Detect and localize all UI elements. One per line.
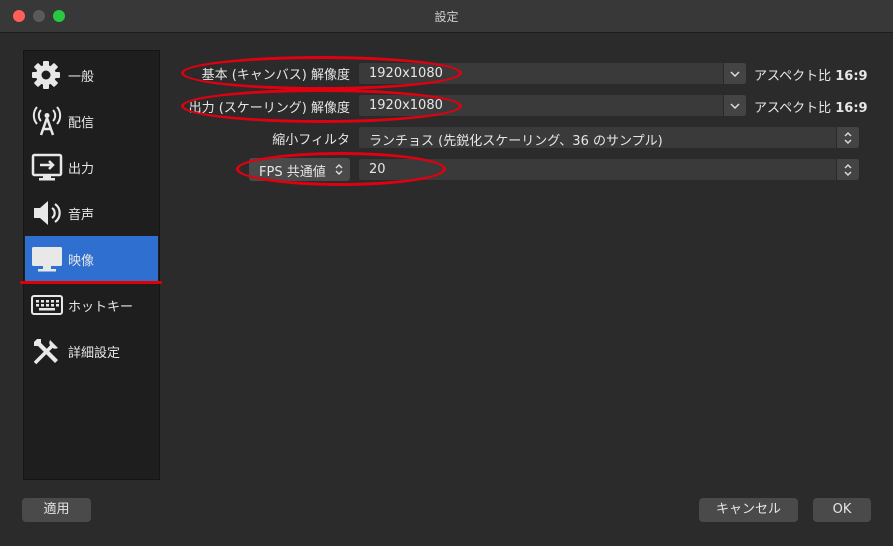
sidebar-item-label: 音声 <box>68 208 95 223</box>
ok-button[interactable]: OK <box>813 498 871 522</box>
sidebar-item-hotkeys[interactable]: ホットキー <box>25 282 158 328</box>
output-resolution-value: 1920x1080 <box>369 98 443 113</box>
window-title: 設定 <box>434 10 459 24</box>
base-resolution-value: 1920x1080 <box>369 66 443 81</box>
output-resolution-label: 出力 (スケーリング) 解像度 <box>188 101 350 116</box>
sidebar-item-label: 配信 <box>68 116 95 131</box>
chevron-down-icon[interactable] <box>723 95 746 116</box>
cancel-button[interactable]: キャンセル <box>699 498 798 522</box>
chevron-down-icon[interactable] <box>723 63 746 84</box>
sidebar-item-advanced[interactable]: 詳細設定 <box>25 328 158 374</box>
output-resolution-combo[interactable]: 1920x1080 <box>358 94 747 117</box>
annotation-underline <box>20 281 162 284</box>
settings-sidebar: 一般 配信 出力 音声 映像 ホットキー 詳細設定 <box>23 50 160 480</box>
sidebar-item-label: ホットキー <box>68 300 134 315</box>
aspect-ratio-value: 16:9 <box>835 101 868 116</box>
fps-type-label: FPS 共通値 <box>259 165 326 180</box>
output-aspect-ratio: アスペクト比 16:9 <box>754 97 868 116</box>
fps-value: 20 <box>369 162 386 177</box>
downscale-filter-value: ランチョス (先鋭化スケーリング、36 のサンプル) <box>369 134 663 149</box>
updown-chevron-icon[interactable] <box>332 162 346 177</box>
keyboard-icon <box>31 290 63 320</box>
sidebar-item-label: 一般 <box>68 70 95 85</box>
base-aspect-ratio: アスペクト比 16:9 <box>754 65 868 84</box>
tools-icon <box>31 336 63 366</box>
downscale-filter-select[interactable]: ランチョス (先鋭化スケーリング、36 のサンプル) <box>358 126 860 149</box>
aspect-ratio-value: 16:9 <box>835 69 868 84</box>
sidebar-item-output[interactable]: 出力 <box>25 144 158 190</box>
aspect-ratio-label: アスペクト比 <box>754 69 832 84</box>
sidebar-item-label: 出力 <box>68 162 95 177</box>
updown-chevron-icon[interactable] <box>836 159 859 180</box>
gear-icon <box>31 60 63 90</box>
sidebar-item-label: 映像 <box>68 254 95 269</box>
fps-value-select[interactable]: 20 <box>358 158 860 181</box>
fps-type-select[interactable]: FPS 共通値 <box>249 158 350 181</box>
sidebar-item-video[interactable]: 映像 <box>25 236 158 282</box>
aspect-ratio-label: アスペクト比 <box>754 101 832 116</box>
updown-chevron-icon[interactable] <box>836 127 859 148</box>
monitor-icon <box>31 244 63 274</box>
broadcast-icon <box>31 106 63 136</box>
downscale-filter-label: 縮小フィルタ <box>272 133 350 148</box>
sidebar-item-stream[interactable]: 配信 <box>25 98 158 144</box>
output-icon <box>31 152 63 182</box>
base-resolution-combo[interactable]: 1920x1080 <box>358 62 747 85</box>
sidebar-item-general[interactable]: 一般 <box>25 52 158 98</box>
title-bar: 設定 <box>0 0 893 33</box>
sidebar-item-audio[interactable]: 音声 <box>25 190 158 236</box>
apply-button[interactable]: 適用 <box>22 498 91 522</box>
speaker-icon <box>31 198 63 228</box>
base-resolution-label: 基本 (キャンバス) 解像度 <box>201 68 350 83</box>
sidebar-item-label: 詳細設定 <box>68 346 121 361</box>
